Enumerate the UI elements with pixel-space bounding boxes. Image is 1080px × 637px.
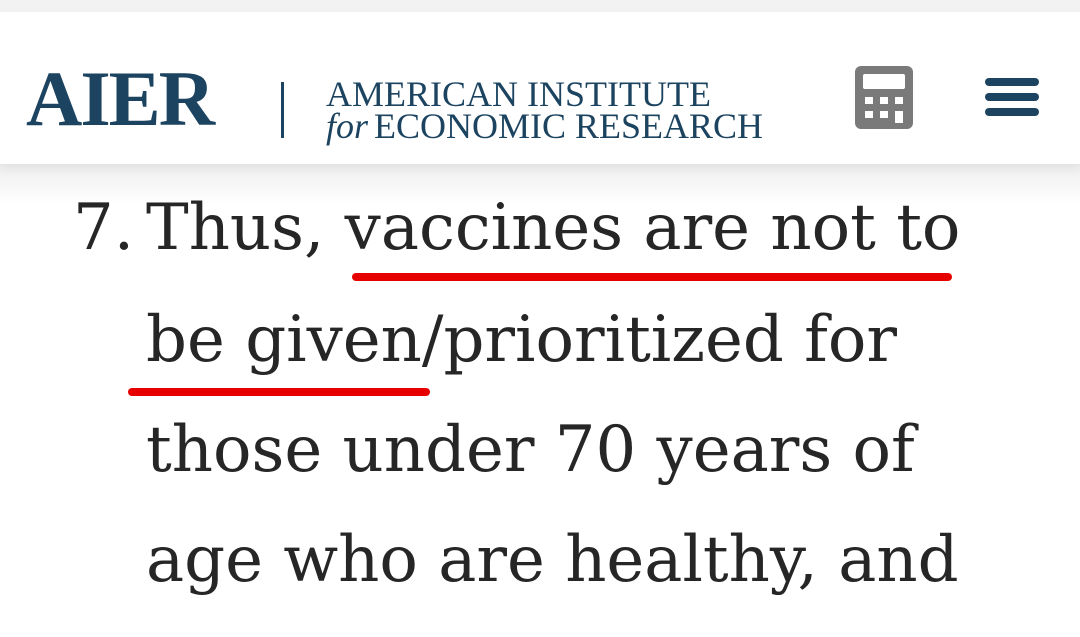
red-underline-2 <box>128 388 430 396</box>
article-line-3: those under 70 years of <box>146 413 915 487</box>
hamburger-menu-icon[interactable] <box>985 76 1039 118</box>
article-line-4: age who are healthy, and <box>146 523 959 597</box>
aier-logo[interactable]: AIER <box>26 60 215 138</box>
line2-highlight: be given <box>146 303 422 377</box>
logo-divider <box>281 82 284 138</box>
calculator-icon[interactable] <box>855 66 913 129</box>
site-header: AIER AMERICAN INSTITUTE for ECONOMIC RESE… <box>0 12 1080 164</box>
org-name-line2[interactable]: for ECONOMIC RESEARCH <box>326 108 763 144</box>
red-underline-1 <box>352 273 952 281</box>
list-number: 7. <box>73 191 135 265</box>
page: AIER AMERICAN INSTITUTE for ECONOMIC RESE… <box>0 0 1080 637</box>
article-line-2: be given/prioritized for <box>146 308 897 372</box>
article-line-1: Thus, vaccines are not to <box>146 196 960 260</box>
top-strip <box>0 0 1080 12</box>
line2-rest: /prioritized for <box>421 303 897 377</box>
org-name-economic-research: ECONOMIC RESEARCH <box>374 106 764 146</box>
line1-highlight: vaccines are not to <box>344 191 961 265</box>
line1-prefix: Thus, <box>146 191 345 265</box>
org-name-for: for <box>326 106 369 146</box>
